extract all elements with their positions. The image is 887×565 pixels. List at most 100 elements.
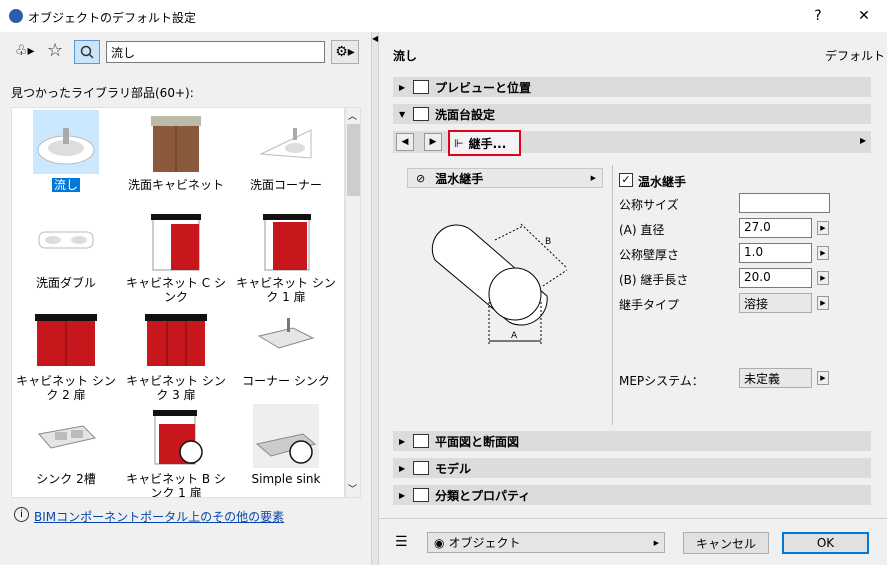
next-page-button[interactable]: ▶ [424, 133, 442, 151]
layer-label: オブジェクト [448, 536, 521, 550]
ok-button[interactable]: OK [782, 532, 869, 554]
fitting-type-field[interactable]: 溶接 [739, 293, 812, 313]
chevron-right-icon: ▶ [653, 538, 659, 547]
param-menu-icon[interactable]: ▶ [817, 246, 829, 260]
item-label: キャビネット C シンク [125, 276, 226, 304]
star-icon[interactable]: ☆ [47, 40, 63, 61]
list-item[interactable]: キャビネット シンク 2 扉 [12, 306, 120, 402]
document-icon [413, 488, 429, 502]
collapse-icon: ▼ [399, 109, 406, 119]
gear-icon: ⚙▸ [335, 44, 355, 60]
fitting-icon: ⊩ [454, 136, 464, 150]
default-label: デフォルト [825, 49, 886, 63]
subpage-selector[interactable]: ⊩ 継手... [448, 130, 521, 156]
nominal-size-field[interactable] [739, 193, 830, 213]
info-icon: i [14, 507, 29, 522]
param-menu-icon[interactable]: ▶ [817, 271, 829, 285]
list-item[interactable]: シンク 2槽 [12, 404, 120, 486]
window-title: オブジェクトのデフォルト設定 [28, 11, 197, 25]
double-sink-thumbnail [33, 208, 99, 272]
fitting-length-field[interactable]: 20.0 [739, 268, 812, 288]
pane-splitter[interactable]: ◀ [371, 32, 379, 565]
section-label: プレビューと位置 [435, 80, 532, 95]
diagram-label-a: A [511, 331, 518, 341]
param-menu-icon[interactable]: ▶ [817, 371, 829, 385]
dropdown-label: 温水継手 [435, 171, 484, 186]
param-label: 公称壁厚さ [619, 248, 680, 262]
layer-dropdown[interactable]: ◉ オブジェクト ▶ [427, 532, 665, 553]
section-label: モデル [435, 461, 472, 476]
item-label: 洗面コーナー [249, 178, 322, 192]
param-label: 公称サイズ [619, 198, 679, 212]
prev-page-button[interactable]: ◀ [396, 133, 414, 151]
list-item[interactable]: 洗面キャビネット [122, 110, 230, 192]
expand-icon: ▶ [399, 490, 406, 500]
section-label: 分類とプロパティ [435, 488, 531, 503]
scroll-thumb[interactable] [347, 124, 360, 196]
item-label: コーナー シンク [242, 374, 330, 388]
item-label: 洗面キャビネット [127, 178, 224, 192]
cube-icon [413, 461, 429, 475]
section-model[interactable]: ▶ モデル [393, 458, 871, 478]
cabinet-c-thumbnail [143, 208, 209, 272]
section-preview[interactable]: ▶ プレビューと位置 [393, 77, 871, 97]
mep-label: MEPシステム： [619, 374, 704, 388]
settings-icon [413, 107, 429, 121]
fitting-type-dropdown[interactable]: ⊘ 温水継手 ▶ [407, 168, 603, 188]
diameter-field[interactable]: 27.0 [739, 218, 812, 238]
simple-sink-thumbnail [253, 404, 319, 468]
subpage-label: 継手... [468, 136, 507, 151]
collapse-left-icon[interactable]: ◀ [372, 34, 378, 43]
floorplan-icon [413, 434, 429, 448]
hot-water-checkbox[interactable]: ✓ [619, 173, 633, 187]
checkbox-label: 温水継手 [638, 175, 687, 189]
item-label: キャビネット シンク 1 扉 [236, 276, 336, 304]
mep-system-field[interactable]: 未定義 [739, 368, 812, 388]
scroll-down-icon[interactable]: ﹀ [348, 482, 357, 495]
param-menu-icon[interactable]: ▶ [817, 221, 829, 235]
expand-icon: ▶ [399, 436, 406, 446]
folder-tree-icon[interactable]: ♧▸ [15, 43, 35, 59]
bim-portal-link[interactable]: BIMコンポーネントポータル上のその他の要素 [34, 508, 284, 525]
layer-stack-icon: ☰ [395, 534, 408, 550]
chevron-right-icon: ▶ [590, 174, 596, 182]
list-item[interactable]: キャビネット シンク 3 扉 [122, 306, 230, 402]
param-menu-icon[interactable]: ▶ [817, 296, 829, 310]
app-icon [9, 9, 23, 23]
help-button[interactable]: ? [795, 0, 841, 32]
item-label: シンク 2槽 [36, 472, 96, 486]
corner-sink-thumbnail [253, 110, 319, 174]
wall-thickness-field[interactable]: 1.0 [739, 243, 812, 263]
section-classification[interactable]: ▶ 分類とプロパティ [393, 485, 871, 505]
scroll-up-icon[interactable]: ︿ [348, 109, 357, 122]
section-label: 洗面台設定 [435, 107, 496, 122]
section-washbasin[interactable]: ▼ 洗面台設定 [393, 104, 871, 124]
diagram-label-b: B [545, 237, 551, 247]
preview-icon [413, 80, 429, 94]
found-label: 見つかったライブラリ部品(60+): [11, 86, 194, 100]
subpage-dropdown-icon[interactable]: ▶ [860, 136, 866, 145]
fitting-diagram: B A [431, 223, 568, 344]
library-scrollbar[interactable]: ︿ ﹀ [345, 107, 361, 498]
settings-gear-button[interactable]: ⚙▸ [331, 40, 359, 64]
list-item[interactable]: キャビネット C シンク [122, 208, 230, 304]
param-label: 継手タイプ [619, 298, 680, 312]
close-button[interactable]: ✕ [841, 0, 887, 32]
list-item[interactable]: 洗面ダブル [12, 208, 120, 290]
search-button[interactable] [74, 40, 100, 64]
list-item[interactable]: Simple sink [232, 404, 340, 486]
list-item[interactable]: コーナー シンク [232, 306, 340, 388]
list-item[interactable]: 洗面コーナー [232, 110, 340, 192]
list-item[interactable]: 流し [12, 110, 120, 192]
item-label: 流し [51, 178, 80, 192]
list-item[interactable]: キャビネット シンク 1 扉 [232, 208, 340, 304]
object-name: 流し [393, 49, 418, 63]
section-floorplan[interactable]: ▶ 平面図と断面図 [393, 431, 871, 451]
pipe-icon: ⊘ [416, 171, 426, 185]
search-input[interactable]: 流し [106, 41, 325, 63]
item-label: キャビネット B シンク 1 扉 [126, 472, 226, 498]
list-item[interactable]: キャビネット B シンク 1 扉 [122, 404, 230, 498]
item-label: 洗面ダブル [35, 276, 96, 290]
expand-icon: ▶ [399, 463, 406, 473]
cancel-button[interactable]: キャンセル [683, 532, 769, 554]
